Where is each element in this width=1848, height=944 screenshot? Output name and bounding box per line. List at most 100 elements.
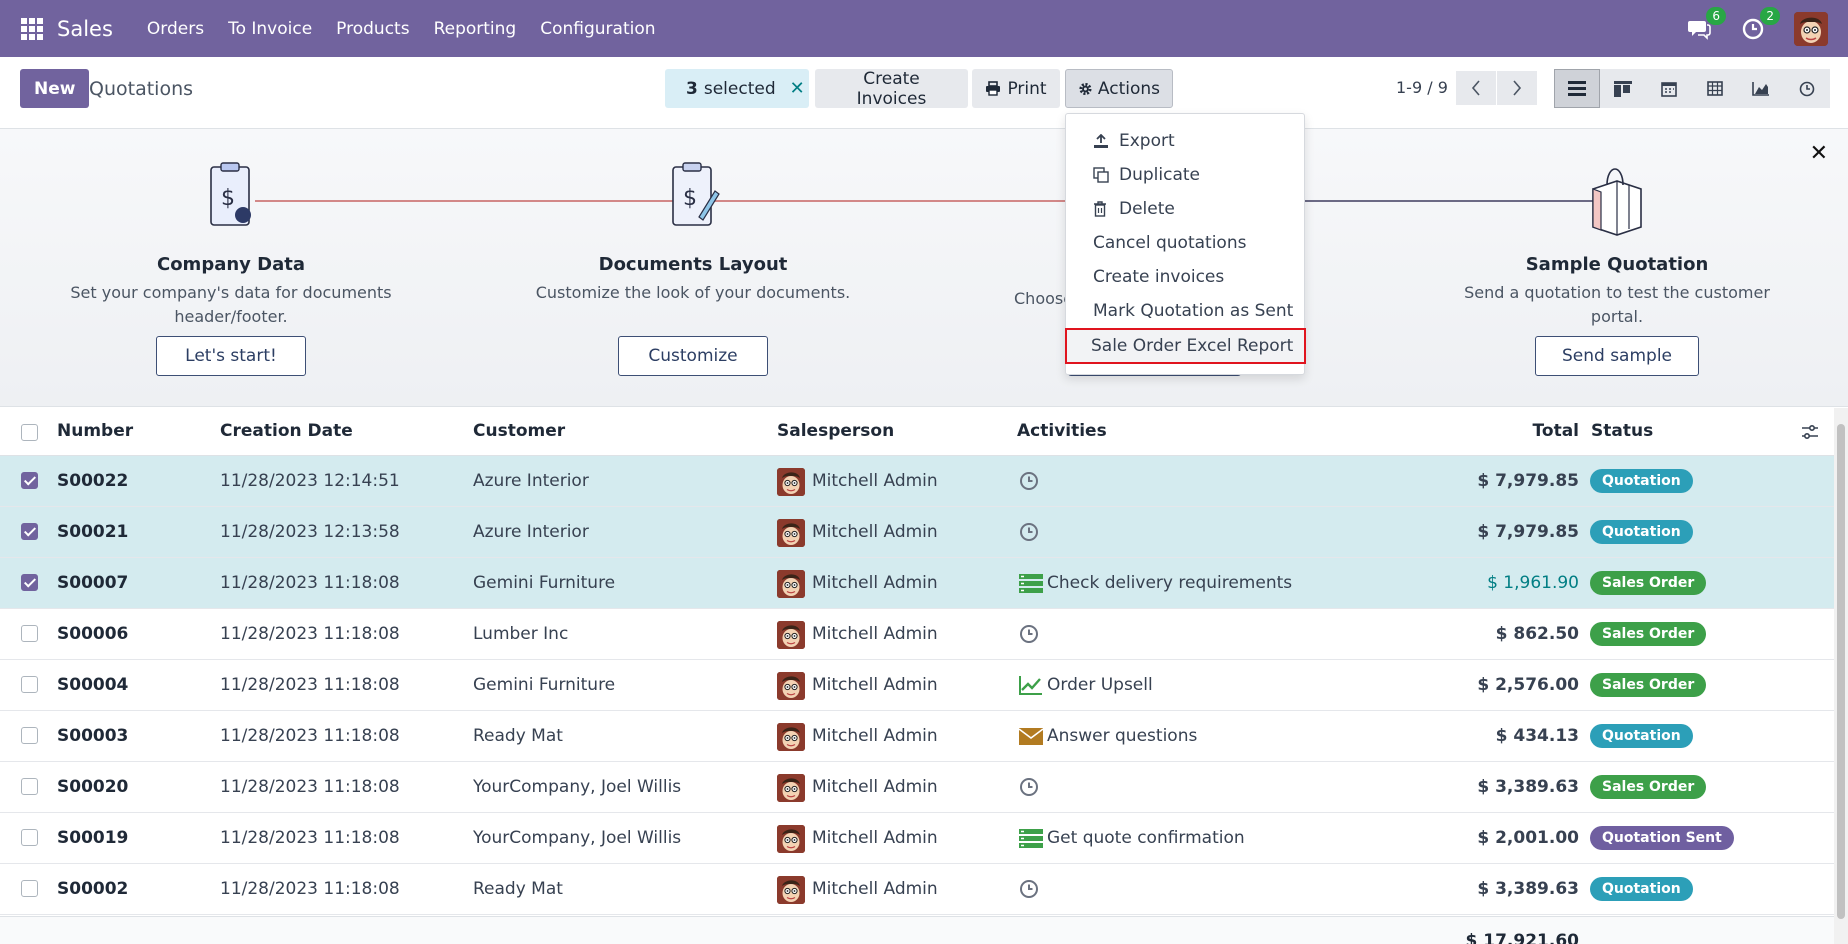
order-number: S00003 <box>57 726 129 746</box>
new-button[interactable]: New <box>20 69 90 108</box>
column-customer[interactable]: Customer <box>473 421 565 441</box>
column-number[interactable]: Number <box>57 421 133 441</box>
close-banner-icon[interactable]: ✕ <box>1810 141 1828 166</box>
customize-button[interactable]: Customize <box>618 336 768 376</box>
salesperson-avatar[interactable] <box>777 825 805 853</box>
onboarding-banner: $ Company Data Set your company's data f… <box>0 129 1848 407</box>
column-total[interactable]: Total <box>1399 421 1579 441</box>
nav-reporting[interactable]: Reporting <box>434 19 517 39</box>
clock-icon[interactable] <box>1018 776 1044 798</box>
user-avatar[interactable] <box>1794 11 1828 46</box>
menu-item-export[interactable]: Export <box>1066 125 1304 157</box>
row-checkbox[interactable] <box>21 523 38 540</box>
menu-item-cancel-quotations[interactable]: Cancel quotations <box>1066 227 1304 259</box>
tasks-icon[interactable] <box>1018 572 1044 594</box>
create-invoices-button[interactable]: Create Invoices <box>815 69 968 109</box>
customer-name: YourCompany, Joel Willis <box>473 777 682 797</box>
table-row[interactable]: S00022 11/28/2023 12:14:51 Azure Interior M… <box>0 456 1834 507</box>
step-company-data: $ Company Data Set your company's data f… <box>31 159 431 329</box>
messages-button[interactable]: 6 <box>1686 6 1726 42</box>
salesperson-avatar[interactable] <box>777 570 805 598</box>
table-row[interactable]: S00004 11/28/2023 11:18:08 Gemini Furnitur… <box>0 660 1834 711</box>
step-title: Company Data <box>156 254 306 275</box>
app-brand[interactable]: Sales <box>57 17 113 41</box>
menu-item-sale-order-excel-report[interactable]: Sale Order Excel Report <box>1065 328 1306 364</box>
pivot-view-button[interactable] <box>1692 69 1738 108</box>
row-checkbox[interactable] <box>21 472 38 489</box>
tasks-icon[interactable] <box>1018 827 1044 849</box>
column-salesperson[interactable]: Salesperson <box>777 421 894 441</box>
salesperson-avatar[interactable] <box>777 723 805 751</box>
row-checkbox[interactable] <box>21 574 38 591</box>
row-checkbox[interactable] <box>21 880 38 897</box>
column-status[interactable]: Status <box>1591 421 1653 441</box>
list-view-button[interactable] <box>1554 69 1600 108</box>
row-checkbox[interactable] <box>21 778 38 795</box>
kanban-icon <box>1614 80 1632 97</box>
menu-item-create-invoices[interactable]: Create invoices <box>1066 261 1304 293</box>
customer-name: Lumber Inc <box>473 624 569 644</box>
unselect-all-icon[interactable]: ✕ <box>790 78 805 99</box>
creation-date: 11/28/2023 11:18:08 <box>220 624 400 644</box>
row-checkbox[interactable] <box>21 676 38 693</box>
table-row[interactable]: S00007 11/28/2023 11:18:08 Gemini Furnitur… <box>0 558 1834 609</box>
status-badge: Sales Order <box>1590 571 1707 595</box>
svg-text:$: $ <box>221 186 235 211</box>
salesperson-avatar[interactable] <box>777 672 805 700</box>
table-row[interactable]: S00021 11/28/2023 12:13:58 Azure Interior M… <box>0 507 1834 558</box>
salesperson-name: Mitchell Admin <box>812 573 938 593</box>
activity-view-button[interactable] <box>1784 69 1830 108</box>
nav-products[interactable]: Products <box>336 19 409 39</box>
salesperson-avatar[interactable] <box>777 519 805 547</box>
page-title: Quotations <box>89 78 194 100</box>
calendar-view-button[interactable] <box>1646 69 1692 108</box>
column-creation-date[interactable]: Creation Date <box>220 421 353 441</box>
lets-start-button[interactable]: Let's start! <box>156 336 306 376</box>
row-checkbox[interactable] <box>21 829 38 846</box>
table-row[interactable]: S00002 11/28/2023 11:18:08 Ready Mat Mitche… <box>0 864 1834 915</box>
pager-next-button[interactable] <box>1497 71 1537 105</box>
table-header: Number Creation Date Customer Salesperso… <box>0 408 1834 456</box>
print-button[interactable]: Print <box>972 69 1060 108</box>
vertical-scrollbar[interactable] <box>1834 408 1848 944</box>
table-row[interactable]: S00006 11/28/2023 11:18:08 Lumber Inc Mitch… <box>0 609 1834 660</box>
pager-value[interactable]: 1-9 / 9 <box>1396 78 1448 97</box>
row-checkbox[interactable] <box>21 727 38 744</box>
clock-icon[interactable] <box>1018 470 1044 492</box>
step-description: Set your company's data for documents he… <box>70 283 392 326</box>
order-total: $ 3,389.63 <box>1477 777 1579 797</box>
table-row[interactable]: S00020 11/28/2023 11:18:08 YourCompany, Jo… <box>0 762 1834 813</box>
activities-button[interactable]: 2 <box>1740 6 1780 42</box>
send-sample-button[interactable]: Send sample <box>1535 336 1699 376</box>
nav-to-invoice[interactable]: To Invoice <box>228 19 312 39</box>
actions-button[interactable]: Actions <box>1065 69 1173 108</box>
column-activities[interactable]: Activities <box>1017 421 1107 441</box>
table-row[interactable]: S00003 11/28/2023 11:18:08 Ready Mat Mitche… <box>0 711 1834 762</box>
customer-name: Gemini Furniture <box>473 573 616 593</box>
graph-view-button[interactable] <box>1738 69 1784 108</box>
apps-menu-icon[interactable] <box>21 17 43 40</box>
row-checkbox[interactable] <box>21 625 38 642</box>
envelope-icon[interactable] <box>1018 725 1044 747</box>
menu-item-mark-sent[interactable]: Mark Quotation as Sent <box>1066 295 1304 327</box>
menu-item-duplicate[interactable]: Duplicate <box>1066 159 1304 191</box>
nav-orders[interactable]: Orders <box>147 19 204 39</box>
pager-previous-button[interactable] <box>1456 71 1496 105</box>
salesperson-avatar[interactable] <box>777 621 805 649</box>
nav-configuration[interactable]: Configuration <box>540 19 655 39</box>
clock-icon[interactable] <box>1018 623 1044 645</box>
salesperson-avatar[interactable] <box>777 468 805 496</box>
menu-item-delete[interactable]: Delete <box>1066 193 1304 225</box>
order-number: S00006 <box>57 624 129 644</box>
column-settings-icon[interactable] <box>1801 423 1819 441</box>
select-all-checkbox[interactable] <box>21 424 38 441</box>
table-row[interactable]: S00019 11/28/2023 11:18:08 YourCompany, Jo… <box>0 813 1834 864</box>
chart-line-icon[interactable] <box>1018 674 1044 696</box>
status-badge: Quotation <box>1590 520 1693 544</box>
salesperson-avatar[interactable] <box>777 876 805 904</box>
salesperson-avatar[interactable] <box>777 774 805 802</box>
copy-icon <box>1093 167 1109 183</box>
kanban-view-button[interactable] <box>1600 69 1646 108</box>
clock-icon[interactable] <box>1018 521 1044 543</box>
clock-icon[interactable] <box>1018 878 1044 900</box>
